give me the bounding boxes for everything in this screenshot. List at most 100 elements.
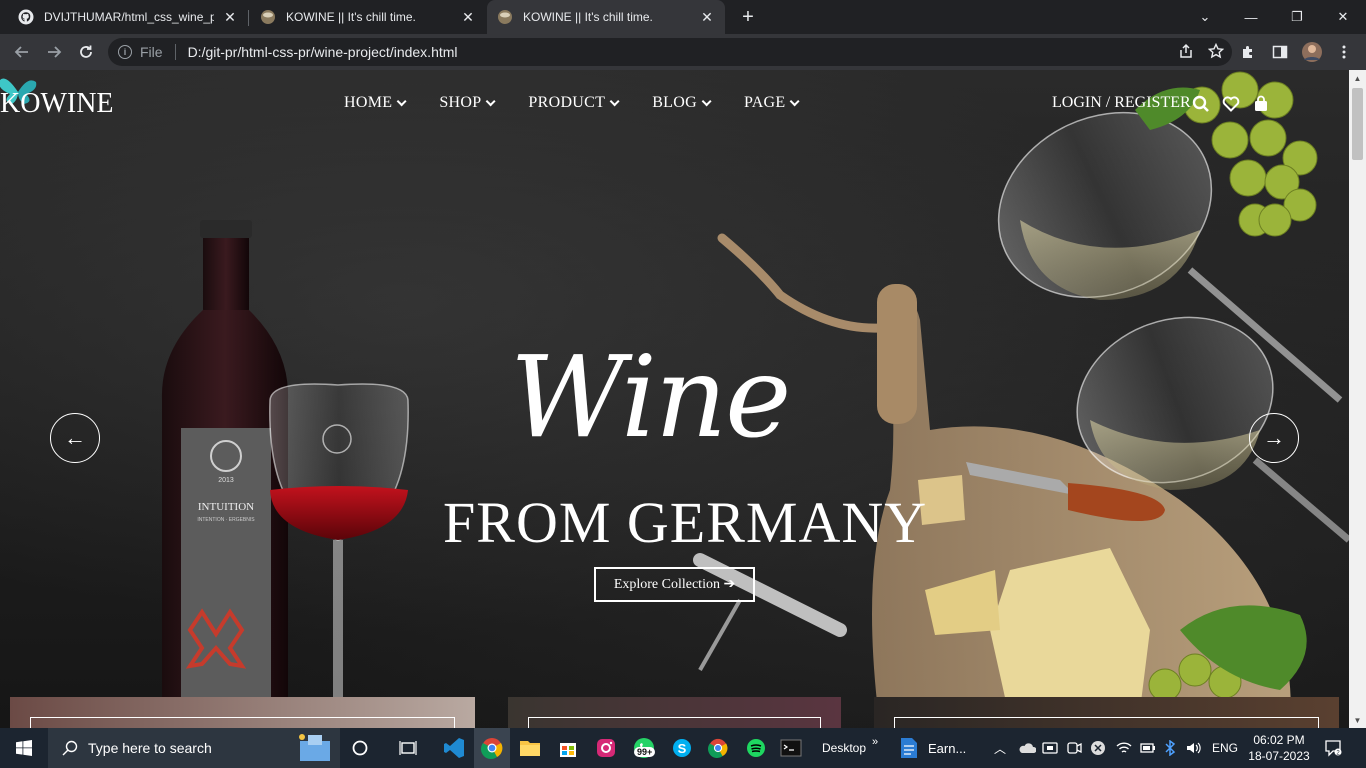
document-icon: [901, 738, 917, 758]
restore-button[interactable]: ❐: [1274, 0, 1320, 34]
svg-text:S: S: [678, 741, 687, 756]
card-frame: [894, 717, 1319, 728]
whatsapp-app[interactable]: 99+: [626, 728, 662, 768]
chrome-app-2[interactable]: [700, 728, 736, 768]
tab-search-chevron-icon[interactable]: ⌄: [1182, 0, 1228, 34]
scroll-up-arrow-icon[interactable]: ▲: [1349, 70, 1366, 86]
bottle-name: INTUITION: [198, 501, 254, 513]
start-button[interactable]: [0, 728, 48, 768]
nav-shop[interactable]: SHOP: [439, 94, 496, 112]
nav-page[interactable]: PAGE: [744, 94, 801, 112]
side-panel-icon: [1272, 45, 1288, 59]
chrome-icon: [708, 738, 728, 758]
tab-separator: [248, 10, 249, 26]
tab-github[interactable]: DVIJTHUMAR/html_css_wine_pro ✕: [8, 0, 248, 34]
skype-app[interactable]: S: [664, 728, 700, 768]
scroll-down-arrow-icon[interactable]: ▼: [1349, 712, 1366, 728]
carousel-prev-button[interactable]: ←: [50, 413, 100, 463]
carousel-next-button[interactable]: →: [1249, 413, 1299, 463]
site-logo[interactable]: KOWINE: [0, 78, 114, 120]
meet-now-icon[interactable]: [1042, 728, 1058, 768]
tray-overflow-chevron-icon[interactable]: ︿: [994, 728, 1006, 768]
profile-button[interactable]: [1298, 38, 1326, 66]
main-nav: HOME SHOP PRODUCT BLOG PAGE: [344, 94, 832, 112]
file-explorer-app[interactable]: [512, 728, 548, 768]
scheme-label: File: [140, 44, 163, 60]
forward-button[interactable]: [40, 38, 68, 66]
page-viewport: 2013 INTUITION INTENTION · ERGEBNIS KOWI…: [0, 70, 1349, 728]
cortana-button[interactable]: [342, 728, 378, 768]
tab-kowine-2-active[interactable]: KOWINE || It's chill time. ✕: [487, 0, 725, 34]
desktop-toolbar-label[interactable]: Desktop: [822, 728, 866, 768]
login-register-link[interactable]: LOGIN / REGISTER: [1052, 94, 1191, 112]
spotify-app[interactable]: [738, 728, 774, 768]
shopping-bag-icon[interactable]: [1252, 95, 1270, 113]
nav-product[interactable]: PRODUCT: [528, 94, 620, 112]
chrome-app-active[interactable]: [474, 728, 510, 768]
wine-favicon-icon: [261, 10, 275, 24]
vscode-icon: [444, 738, 464, 758]
new-tab-button[interactable]: +: [736, 5, 760, 29]
category-card-2[interactable]: [508, 697, 841, 728]
bluetooth-icon[interactable]: [1164, 728, 1176, 768]
clock-date: 18-07-2023: [1248, 749, 1310, 763]
address-bar[interactable]: i File D:/git-pr/html-css-pr/wine-projec…: [108, 38, 1232, 66]
back-arrow-icon: [14, 46, 28, 58]
close-window-button[interactable]: ✕: [1320, 0, 1366, 34]
close-tab-icon[interactable]: ✕: [460, 9, 476, 25]
minimize-button[interactable]: —: [1228, 0, 1274, 34]
taskbar-search[interactable]: Type here to search: [48, 728, 340, 768]
toolbar-expand-icon[interactable]: »: [872, 722, 878, 762]
share-icon[interactable]: [1178, 43, 1194, 59]
chrome-menu-button[interactable]: [1330, 38, 1358, 66]
windows-taskbar: Type here to search 99+ S Desktop » Earn…: [0, 728, 1366, 768]
terminal-app[interactable]: [772, 728, 810, 768]
close-tab-icon[interactable]: ✕: [222, 9, 238, 25]
hero-script-title: Wine: [510, 333, 791, 463]
onedrive-icon[interactable]: [1018, 728, 1036, 768]
logo-text: KOWINE: [0, 88, 114, 119]
info-icon[interactable]: i: [118, 45, 132, 59]
wifi-icon[interactable]: [1116, 728, 1132, 768]
avatar: [1302, 42, 1322, 62]
vscode-app[interactable]: [436, 728, 472, 768]
extensions-button[interactable]: [1234, 38, 1262, 66]
search-icon[interactable]: [1192, 95, 1210, 113]
heart-icon[interactable]: [1222, 95, 1240, 113]
chevron-down-icon: [396, 95, 407, 106]
whatsapp-badge: 99+: [634, 747, 656, 757]
category-card-1[interactable]: [10, 697, 475, 728]
nav-home[interactable]: HOME: [344, 94, 407, 112]
reload-button[interactable]: [72, 38, 100, 66]
chevron-down-icon: [609, 95, 620, 106]
input-language[interactable]: ENG: [1212, 728, 1238, 768]
side-panel-button[interactable]: [1266, 38, 1294, 66]
ms-store-app[interactable]: [550, 728, 586, 768]
task-view-icon: [399, 741, 417, 755]
battery-icon[interactable]: [1140, 728, 1156, 768]
earn-app-label: Earn...: [928, 740, 967, 756]
explore-collection-button[interactable]: Explore Collection ➔: [594, 567, 755, 602]
vpn-shield-icon[interactable]: [1090, 728, 1106, 768]
bottle-sub: INTENTION · ERGEBNIS: [197, 517, 255, 523]
camera-icon[interactable]: [1066, 728, 1082, 768]
instagram-app[interactable]: [588, 728, 624, 768]
scrollbar-thumb[interactable]: [1352, 88, 1363, 160]
tab-kowine-1[interactable]: KOWINE || It's chill time. ✕: [250, 0, 486, 34]
notification-center-icon[interactable]: 2: [1324, 728, 1342, 768]
task-view-button[interactable]: [390, 728, 426, 768]
wine-bottle: 2013 INTUITION INTENTION · ERGEBNIS: [161, 220, 289, 700]
nav-blog[interactable]: BLOG: [652, 94, 712, 112]
volume-icon[interactable]: [1186, 728, 1202, 768]
card-frame: [30, 717, 455, 728]
earn-app[interactable]: Earn...: [900, 728, 980, 768]
url-text[interactable]: D:/git-pr/html-css-pr/wine-project/index…: [188, 44, 458, 60]
back-button[interactable]: [8, 38, 36, 66]
spotify-icon: [747, 739, 765, 757]
folder-icon: [520, 741, 540, 756]
page-scrollbar[interactable]: ▲ ▼: [1349, 70, 1366, 728]
category-card-3[interactable]: [874, 697, 1339, 728]
clock[interactable]: 06:02 PM 18-07-2023: [1248, 728, 1310, 768]
bookmark-star-icon[interactable]: [1208, 43, 1224, 59]
close-tab-icon[interactable]: ✕: [699, 9, 715, 25]
